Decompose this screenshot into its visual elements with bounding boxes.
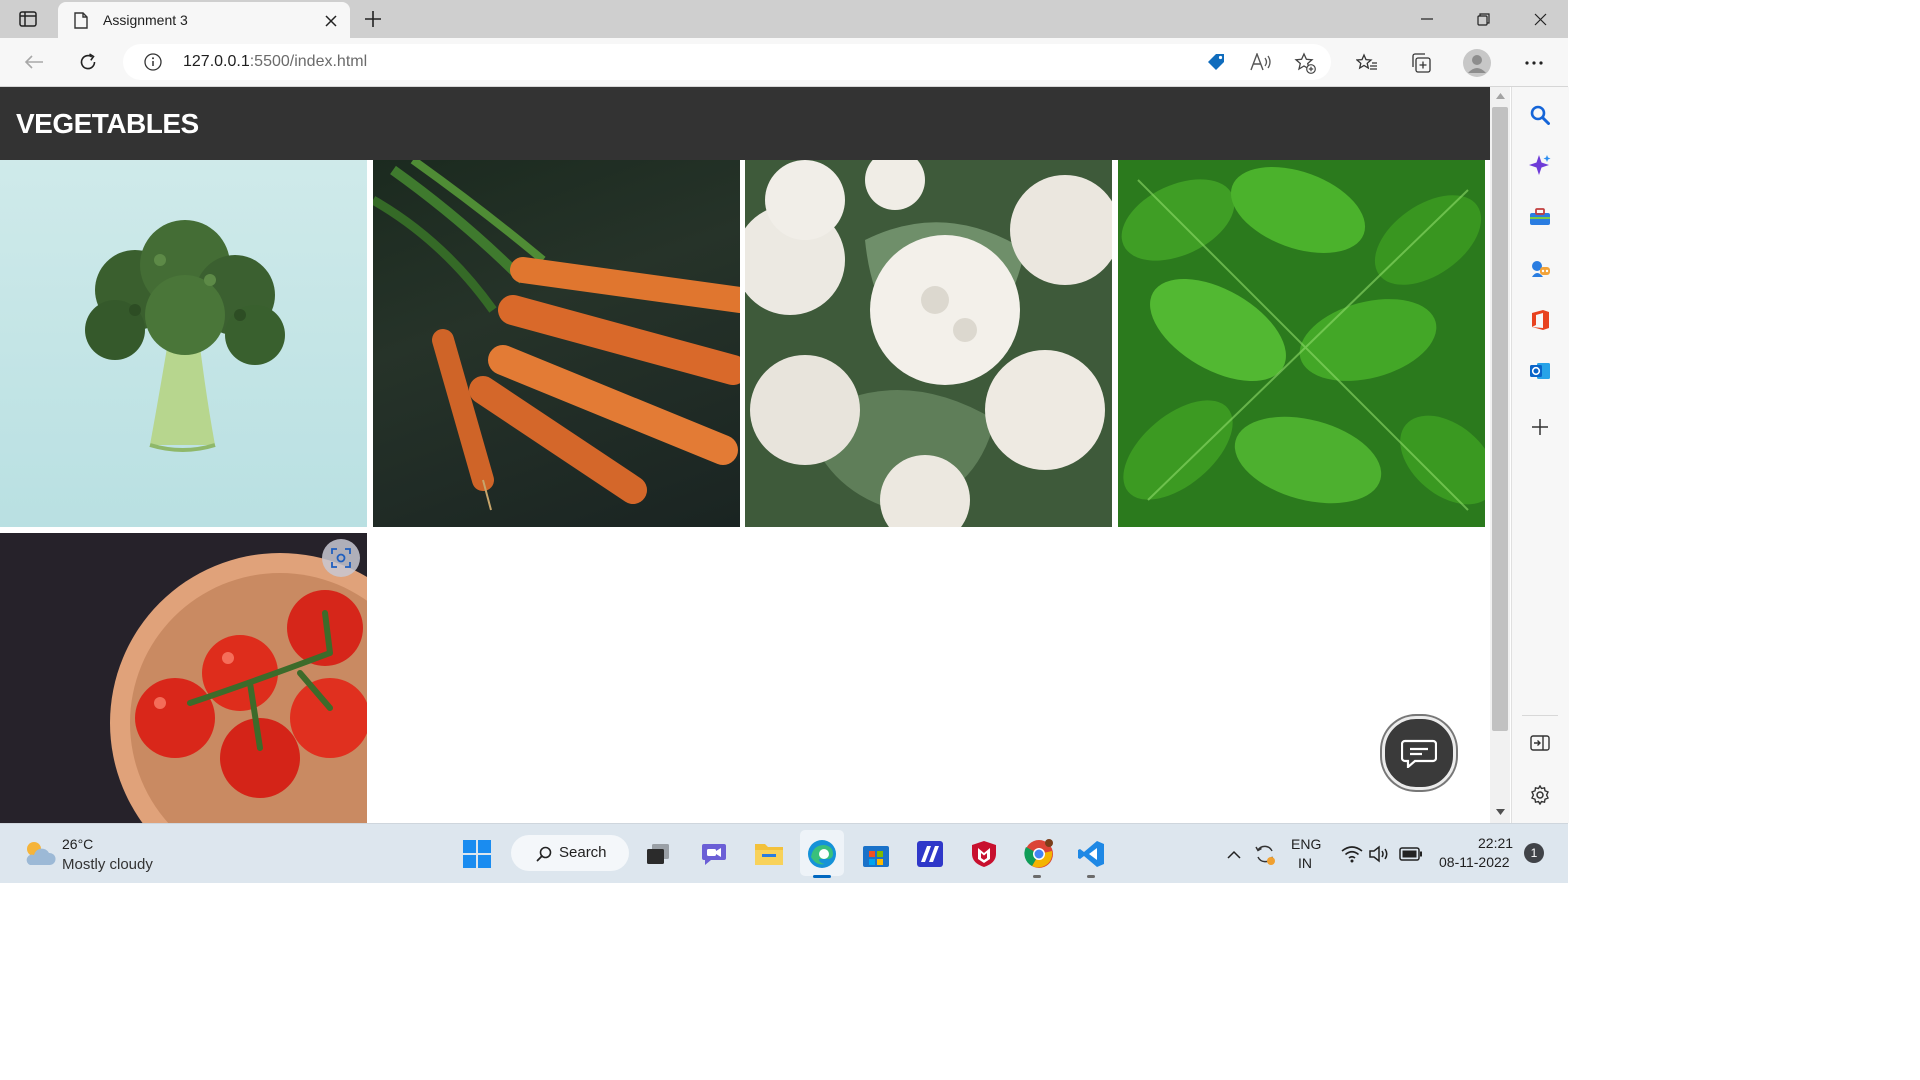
tomatoes-image [0, 533, 367, 823]
vscode-running-indicator [1087, 875, 1095, 878]
tab-assignment-3[interactable]: Assignment 3 [58, 2, 350, 38]
taskbar-search-box[interactable]: Search [511, 835, 629, 871]
microsoft-store-icon[interactable] [861, 839, 891, 869]
refresh-icon[interactable] [76, 51, 100, 73]
settings-gear-icon[interactable] [1528, 783, 1552, 807]
windows-taskbar: 26°C Mostly cloudy Search ENG IN 22:21 0… [0, 823, 1568, 883]
scrollbar-thumb[interactable] [1492, 107, 1508, 731]
teams-chat-icon[interactable] [700, 840, 728, 868]
address-bar[interactable]: 127.0.0.1:5500/index.html [123, 44, 1331, 80]
edge-active-indicator [813, 875, 831, 878]
sidebar-divider [1522, 715, 1558, 716]
favorites-icon[interactable] [1354, 51, 1380, 75]
profile-avatar-icon[interactable] [1462, 48, 1492, 78]
tab-title: Assignment 3 [103, 12, 188, 28]
maps-app-icon[interactable] [915, 839, 945, 869]
cauliflower-image [745, 160, 1112, 527]
page-scrollbar[interactable] [1490, 87, 1510, 823]
more-menu-icon[interactable] [1521, 51, 1547, 75]
back-icon[interactable] [22, 51, 46, 73]
site-info-icon[interactable] [143, 52, 163, 72]
shopping-tag-icon[interactable] [1205, 51, 1227, 73]
weather-temperature: 26°C [62, 836, 94, 852]
restore-icon[interactable] [1472, 8, 1494, 30]
url-path: :5500/index.html [249, 53, 368, 70]
chat-feedback-button[interactable] [1382, 716, 1456, 790]
carrots-image [373, 160, 740, 527]
chrome-browser-icon[interactable] [1023, 838, 1055, 870]
language-code[interactable]: ENG [1291, 836, 1321, 852]
volume-icon[interactable] [1368, 842, 1392, 866]
tab-strip: Assignment 3 [0, 0, 1568, 38]
navigation-bar: 127.0.0.1:5500/index.html [0, 38, 1568, 87]
discover-sparkle-icon[interactable] [1528, 153, 1552, 177]
clock-date[interactable]: 08-11-2022 [1439, 854, 1510, 870]
broccoli-image [0, 160, 367, 527]
add-favorite-icon[interactable] [1293, 51, 1317, 75]
url-host: 127.0.0.1 [183, 53, 250, 70]
sync-status-icon[interactable] [1252, 841, 1278, 867]
clock-time[interactable]: 22:21 [1478, 835, 1513, 851]
scroll-up-arrow-icon[interactable] [1494, 91, 1506, 101]
new-tab-icon[interactable] [362, 8, 384, 30]
games-icon[interactable] [1528, 257, 1552, 281]
page-header: VEGETABLES [0, 87, 1490, 160]
weather-description: Mostly cloudy [62, 856, 153, 873]
show-hidden-icons-chevron-icon[interactable] [1224, 844, 1244, 864]
weather-cloudy-icon[interactable] [22, 838, 56, 868]
vscode-icon[interactable] [1076, 839, 1106, 869]
hide-sidebar-icon[interactable] [1528, 731, 1552, 755]
visual-search-icon[interactable] [322, 539, 360, 577]
notification-badge[interactable]: 1 [1524, 843, 1544, 863]
add-sidebar-app-icon[interactable] [1528, 415, 1552, 439]
page-icon [72, 11, 90, 29]
web-page: VEGETABLES [0, 87, 1490, 823]
edge-browser-icon[interactable] [806, 839, 838, 869]
scroll-down-arrow-icon[interactable] [1494, 807, 1506, 817]
task-view-icon[interactable] [644, 840, 672, 868]
wifi-icon[interactable] [1340, 842, 1364, 866]
tab-actions-icon[interactable] [16, 8, 40, 30]
file-explorer-icon[interactable] [753, 839, 785, 869]
windows-start-icon[interactable] [462, 839, 492, 869]
search-icon[interactable] [1528, 103, 1552, 127]
read-aloud-icon[interactable] [1249, 51, 1273, 73]
url-text: 127.0.0.1:5500/index.html [183, 53, 367, 71]
edge-sidebar [1511, 87, 1569, 823]
minimize-icon[interactable] [1416, 8, 1438, 30]
tools-briefcase-icon[interactable] [1528, 205, 1552, 229]
spinach-image [1118, 160, 1485, 527]
language-region[interactable]: IN [1298, 855, 1312, 871]
close-tab-icon[interactable] [322, 12, 340, 30]
chrome-running-indicator [1033, 875, 1041, 878]
taskbar-search-label: Search [559, 844, 607, 861]
battery-icon[interactable] [1398, 842, 1424, 866]
taskbar-search-icon [535, 845, 553, 863]
mcafee-shield-icon[interactable] [969, 839, 999, 869]
close-window-icon[interactable] [1529, 8, 1551, 30]
outlook-icon[interactable] [1528, 359, 1552, 383]
collections-icon[interactable] [1408, 51, 1434, 75]
page-title: VEGETABLES [16, 108, 199, 139]
office-icon[interactable] [1528, 307, 1552, 333]
